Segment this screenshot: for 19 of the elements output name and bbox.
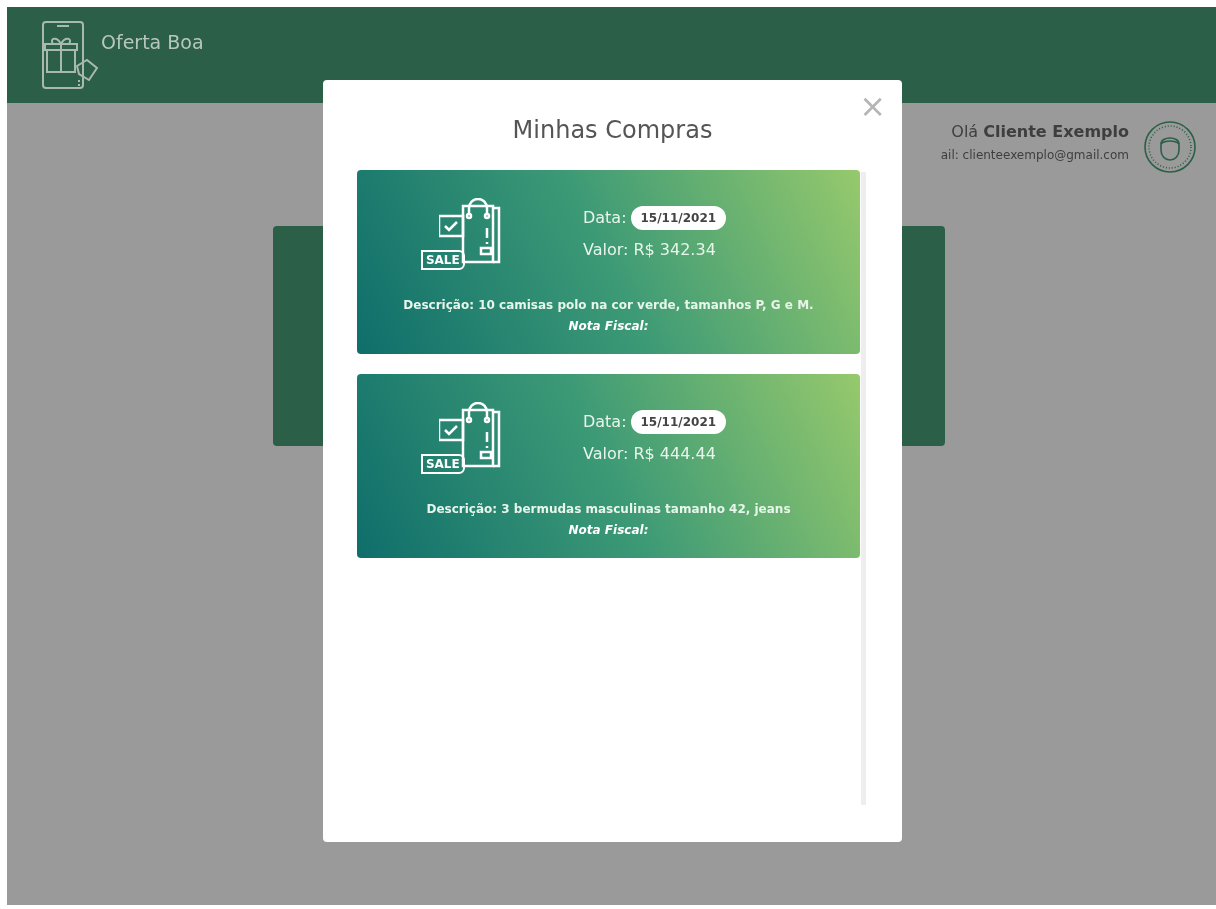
invoice-label: Nota Fiscal:	[568, 318, 649, 335]
invoice-label: Nota Fiscal:	[568, 522, 649, 539]
sale-tag: SALE	[420, 250, 465, 270]
description-text: Descrição: 10 camisas polo na cor verde, tamanhos P, G e M.	[403, 297, 814, 314]
modal-title: Minhas Compras	[511, 115, 714, 146]
date-pill: 15/11/2021	[630, 410, 727, 434]
date-label: Data:	[582, 411, 627, 433]
greeting-text: Olá Cliente Exemplo	[951, 121, 1129, 143]
date-pill: 15/11/2021	[630, 206, 727, 230]
gift-phone-icon	[41, 20, 99, 90]
price-text: Valor: R$ 342.34	[582, 239, 717, 261]
description-text: Descrição: 3 bermudas masculinas tamanho 42, jeans	[426, 501, 791, 518]
date-label: Data:	[582, 207, 627, 229]
user-avatar-icon	[1143, 120, 1197, 174]
price-text: Valor: R$ 444.44	[582, 443, 717, 465]
close-button[interactable]: ×	[859, 90, 886, 122]
email-text: ail: clienteexemplo@gmail.com	[940, 147, 1129, 164]
sale-tag: SALE	[420, 454, 465, 474]
brand-name: Oferta Boa	[101, 29, 204, 55]
